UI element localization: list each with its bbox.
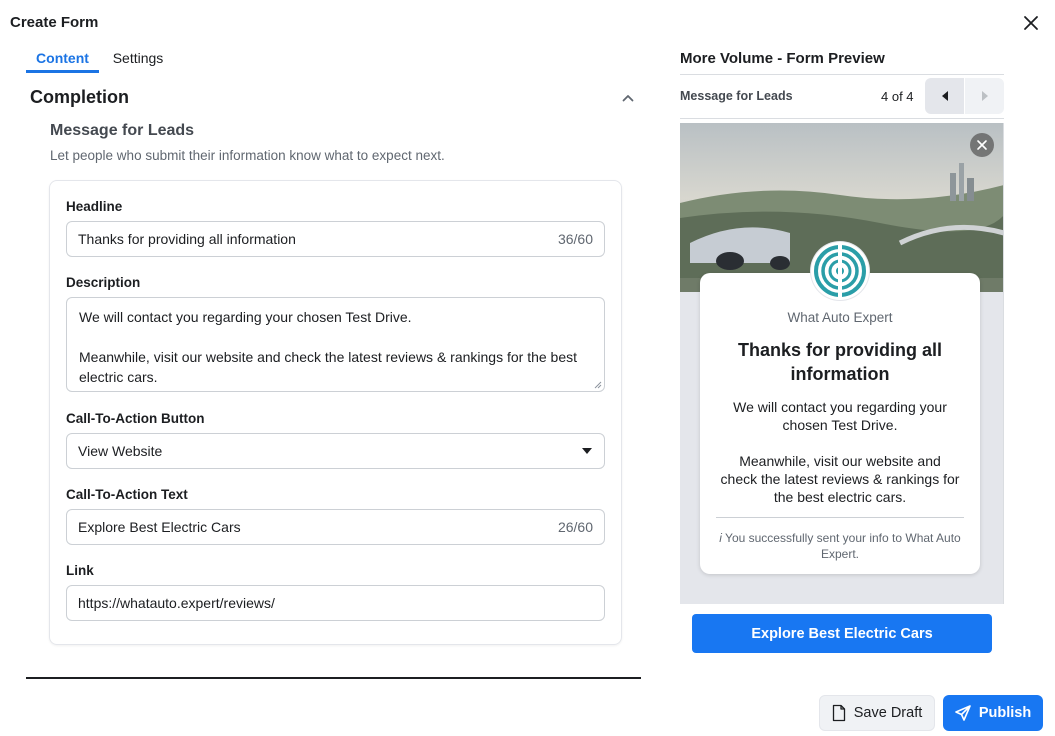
dialog-title: Create Form bbox=[10, 14, 99, 31]
preview-next-button[interactable] bbox=[965, 78, 1004, 114]
subsection-title: Message for Leads bbox=[50, 122, 195, 139]
headline-input[interactable]: Thanks for providing all information 36/… bbox=[66, 221, 605, 257]
send-icon bbox=[955, 705, 971, 721]
preview-page-counter: 4 of 4 bbox=[881, 89, 914, 104]
close-icon[interactable] bbox=[1021, 13, 1041, 33]
description-paragraph-1: We will contact you regarding your chose… bbox=[79, 309, 412, 325]
preview-note: i You successfully sent your info to Wha… bbox=[718, 530, 962, 562]
publish-button[interactable]: Publish bbox=[943, 695, 1043, 731]
save-draft-button[interactable]: Save Draft bbox=[819, 695, 935, 731]
preview-separator bbox=[716, 517, 964, 518]
brand-logo bbox=[811, 242, 869, 300]
headline-label: Headline bbox=[66, 199, 123, 214]
preview-brand-name: What Auto Expert bbox=[787, 310, 893, 325]
section-title: Completion bbox=[30, 87, 129, 107]
cta-button-label: Call-To-Action Button bbox=[66, 411, 205, 426]
headline-char-count: 36/60 bbox=[557, 231, 593, 247]
subsection-description: Let people who submit their information … bbox=[50, 148, 445, 163]
resize-handle-icon[interactable] bbox=[594, 381, 602, 389]
link-value: https://whatauto.expert/reviews/ bbox=[78, 595, 275, 611]
preview-cta-button[interactable]: Explore Best Electric Cars bbox=[692, 614, 992, 653]
cta-text-label: Call-To-Action Text bbox=[66, 487, 188, 502]
section-divider bbox=[26, 677, 641, 679]
link-label: Link bbox=[66, 563, 94, 578]
preview-close-icon[interactable] bbox=[970, 133, 994, 157]
preview-body-paragraph-1: We will contact you regarding your chose… bbox=[733, 399, 947, 433]
save-draft-label: Save Draft bbox=[853, 705, 923, 721]
preview-title: More Volume - Form Preview bbox=[680, 50, 885, 67]
caret-down-icon bbox=[582, 448, 592, 454]
cta-text-char-count: 26/60 bbox=[557, 519, 593, 535]
headline-value: Thanks for providing all information bbox=[78, 231, 296, 247]
tab-settings[interactable]: Settings bbox=[106, 50, 170, 73]
preview-note-text: You successfully sent your info to What … bbox=[725, 531, 961, 561]
info-icon: i bbox=[719, 531, 722, 545]
description-textarea[interactable]: We will contact you regarding your chose… bbox=[66, 297, 605, 392]
chevron-up-icon[interactable] bbox=[620, 90, 636, 106]
publish-label: Publish bbox=[978, 705, 1032, 721]
cta-text-input[interactable]: Explore Best Electric Cars 26/60 bbox=[66, 509, 605, 545]
cta-text-value: Explore Best Electric Cars bbox=[78, 519, 241, 535]
link-input[interactable]: https://whatauto.expert/reviews/ bbox=[66, 585, 605, 621]
caret-right-icon bbox=[981, 91, 988, 101]
caret-left-icon bbox=[941, 91, 948, 101]
preview-divider-2 bbox=[680, 118, 1004, 119]
document-icon bbox=[832, 704, 845, 722]
preview-screen-label: Message for Leads bbox=[680, 89, 793, 103]
preview-headline: Thanks for providing all information bbox=[737, 340, 943, 384]
cta-button-value: View Website bbox=[78, 443, 163, 459]
tab-content[interactable]: Content bbox=[26, 50, 99, 73]
preview-divider bbox=[680, 74, 1004, 75]
preview-body-paragraph-2: Meanwhile, visit our website and check t… bbox=[720, 453, 960, 505]
cta-button-select[interactable]: View Website bbox=[66, 433, 605, 469]
preview-prev-button[interactable] bbox=[925, 78, 964, 114]
description-label: Description bbox=[66, 275, 141, 290]
preview-body: We will contact you regarding your chose… bbox=[720, 398, 960, 506]
description-paragraph-2: Meanwhile, visit our website and check t… bbox=[79, 349, 578, 385]
